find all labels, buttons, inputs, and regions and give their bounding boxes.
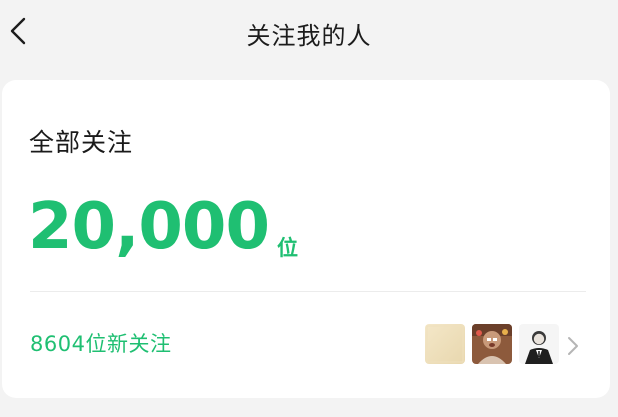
follower-count-unit: 位	[276, 236, 298, 260]
chevron-right-icon	[568, 337, 578, 355]
avatar-1	[425, 324, 465, 364]
new-follows-label: 8604位新关注	[30, 332, 172, 356]
followers-card: 全部关注 20,000 位 8604位新关注	[2, 80, 610, 398]
page-title: 关注我的人	[246, 22, 372, 50]
follower-count-row: 20,000 位	[28, 186, 298, 268]
new-follows-row[interactable]: 8604位新关注	[2, 312, 610, 376]
top-bar: 关注我的人	[0, 0, 618, 66]
avatar-3	[519, 324, 559, 364]
follower-count: 20,000	[28, 190, 270, 264]
section-title: 全部关注	[29, 128, 134, 157]
avatar-2	[472, 324, 512, 364]
divider	[30, 291, 586, 292]
